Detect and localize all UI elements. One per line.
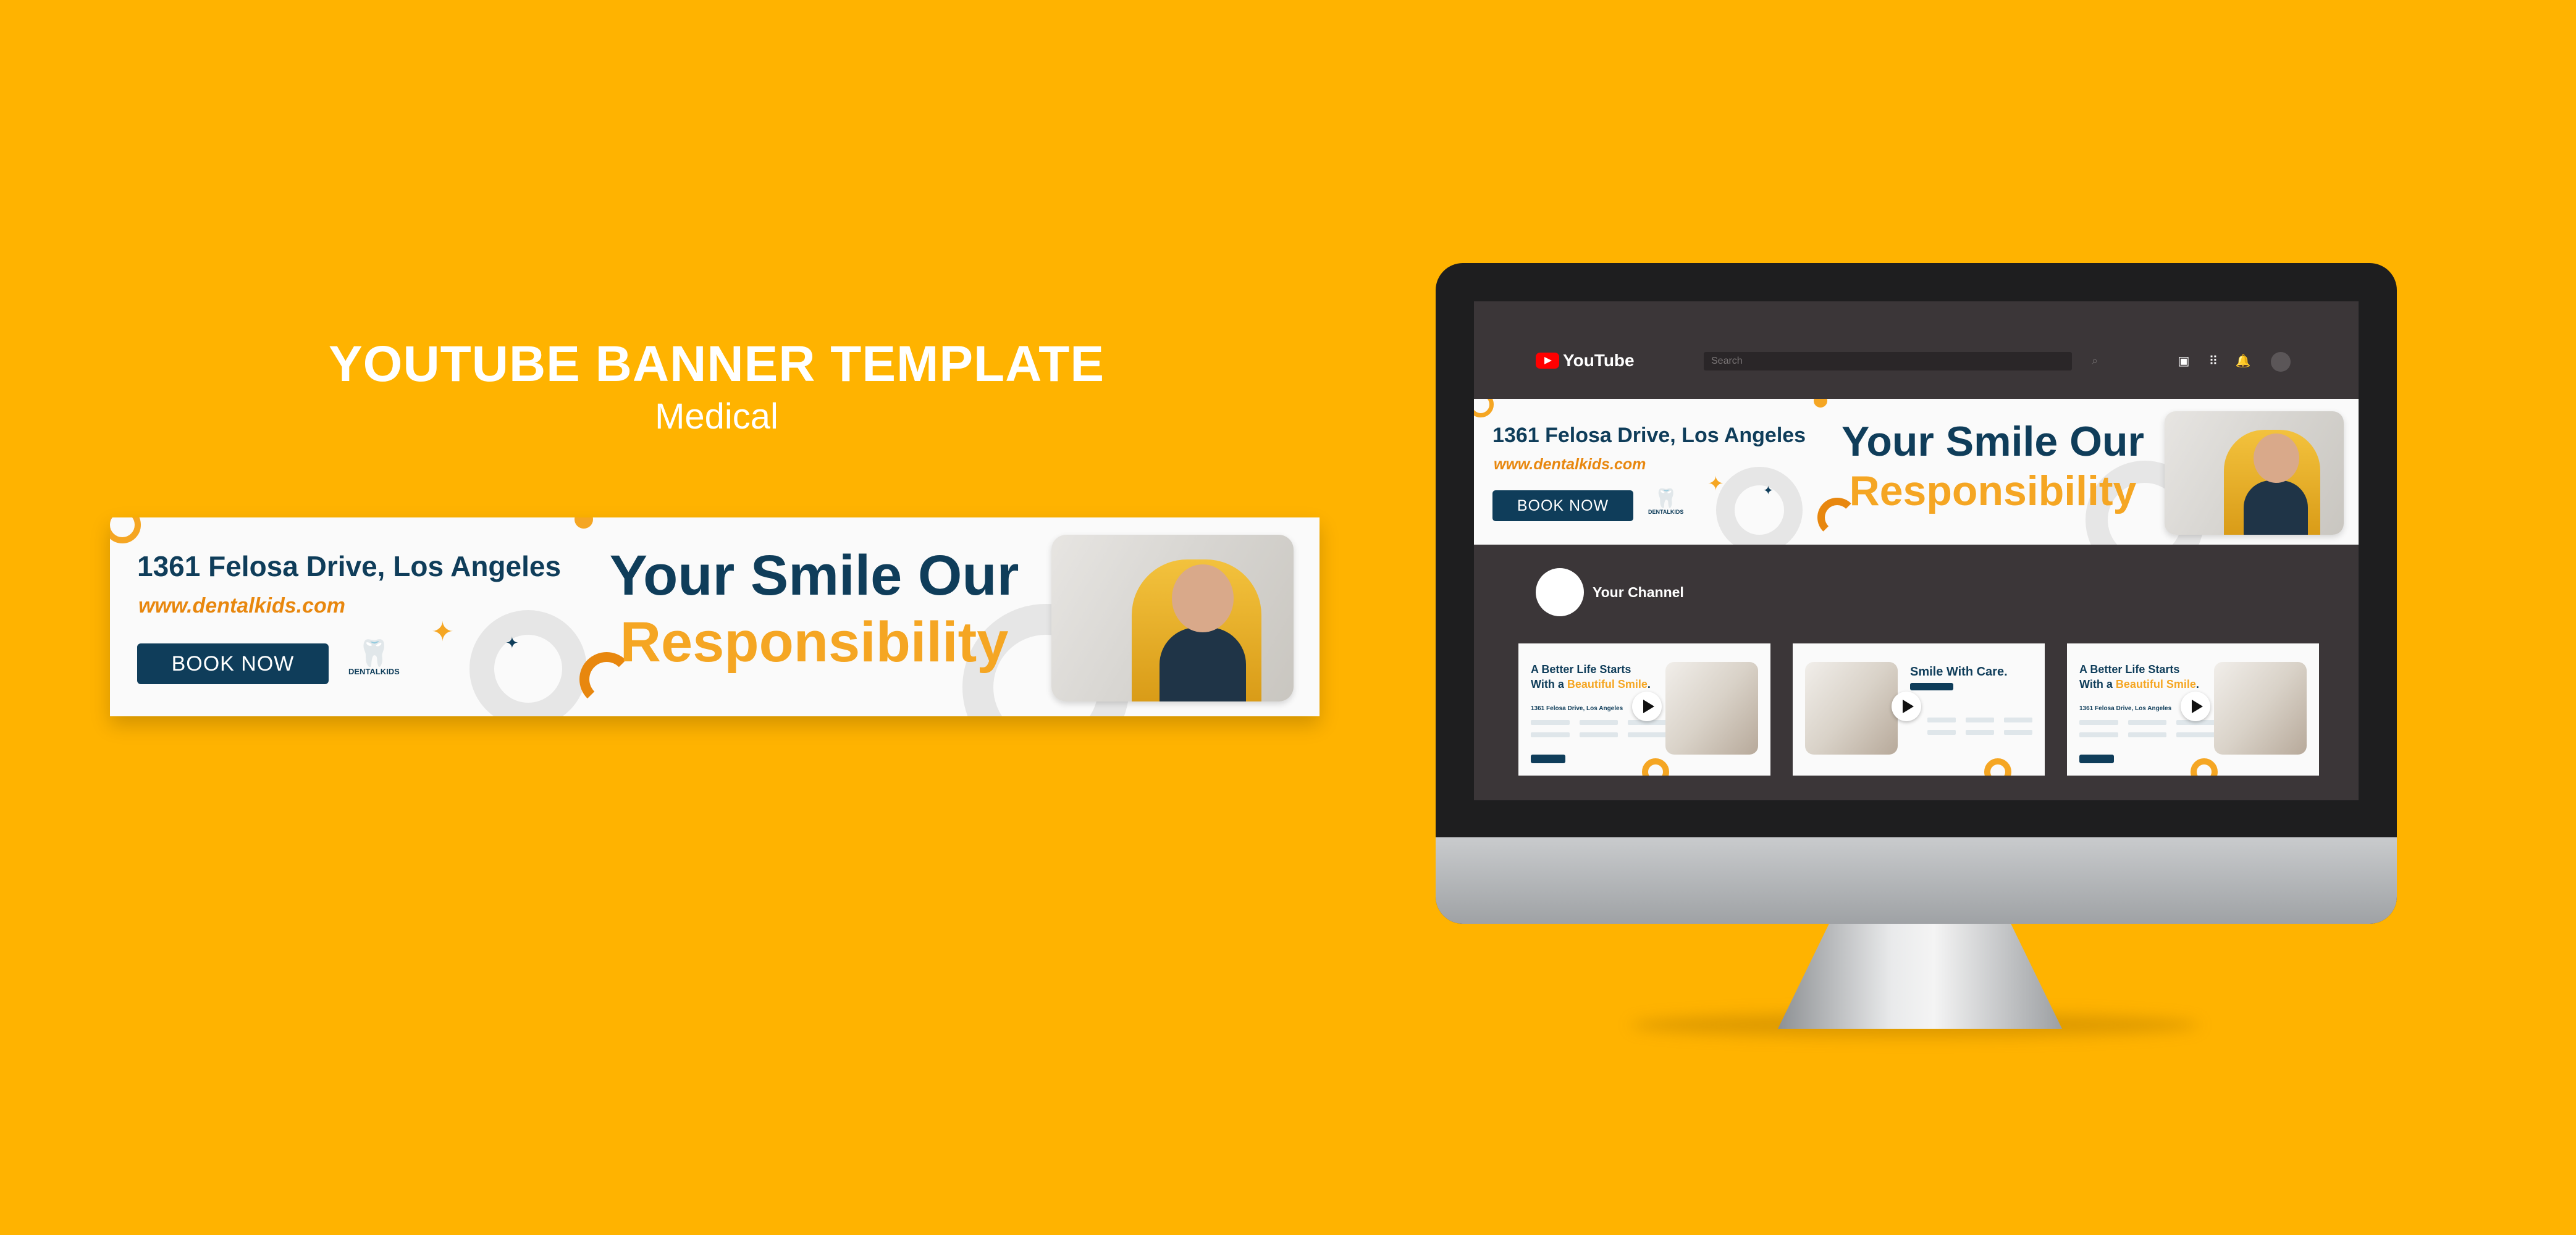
template-subtitle: Medical [655, 396, 778, 437]
child-face [1172, 564, 1234, 632]
decor-ring [2191, 758, 2218, 776]
dentalkids-logo: 🦷 DENTALKIDS [348, 638, 400, 677]
channel-name[interactable]: Your Channel [1593, 584, 1684, 601]
decor-dot [1474, 399, 1494, 417]
info-row [1927, 730, 2032, 735]
info-row [1927, 718, 2032, 722]
info-row [2079, 732, 2216, 737]
headline-primary: Your Smile Our [1842, 418, 2144, 465]
play-icon[interactable] [1892, 692, 1921, 721]
sparkle-icon: ✦ [1763, 484, 1774, 498]
tooth-icon: 🦷 [358, 638, 390, 668]
dentalkids-logo: 🦷 DENTALKIDS [1648, 488, 1684, 516]
headline-accent: Responsibility [1849, 467, 2137, 514]
sparkle-icon: ✦ [431, 617, 454, 647]
sparkle-icon: ✦ [1707, 472, 1724, 495]
search-input[interactable]: Search [1704, 352, 2072, 371]
website-link[interactable]: www.dentalkids.com [1494, 456, 1646, 474]
monitor: YouTube Search ⌕ ▣ ⠿ 🔔 ✦ ✦ 1361 Felosa D… [1436, 263, 2397, 924]
thumbnail-photo [2214, 662, 2307, 755]
decor-ring [469, 610, 587, 716]
video-thumbnail[interactable]: A Better Life Starts With a Beautiful Sm… [1518, 643, 1770, 776]
play-icon[interactable] [2181, 692, 2210, 721]
main-banner: ✦ ✦ 1361 Felosa Drive, Los Angeles www.d… [110, 517, 1320, 716]
thumbnail-address: 1361 Felosa Drive, Los Angeles [2079, 705, 2172, 712]
tooth-icon: 🦷 [1654, 488, 1678, 509]
youtube-play-icon [1536, 353, 1559, 369]
create-video-icon[interactable]: ▣ [2176, 353, 2192, 369]
thumbnail-address: 1361 Felosa Drive, Los Angeles [1531, 705, 1623, 712]
decor-dot [1814, 399, 1827, 408]
thumbnail-title: Smile With Care. [1910, 665, 2008, 679]
thumbnail-book-button [2079, 755, 2114, 763]
bell-icon[interactable]: 🔔 [2235, 353, 2251, 369]
play-icon[interactable] [1632, 692, 1662, 721]
decor-ring [1642, 758, 1669, 776]
monitor-stand [1778, 924, 2062, 1029]
decor-ring [1984, 758, 2011, 776]
monitor-chin [1436, 837, 2397, 924]
child-dental-photo [2165, 411, 2344, 535]
monitor-screen: YouTube Search ⌕ ▣ ⠿ 🔔 ✦ ✦ 1361 Felosa D… [1474, 301, 2359, 800]
youtube-logo[interactable]: YouTube [1536, 351, 1635, 371]
sparkle-icon: ✦ [505, 634, 519, 652]
channel-avatar[interactable] [1536, 568, 1584, 616]
headline-primary: Your Smile Our [609, 544, 1019, 607]
child-figure [1160, 627, 1246, 701]
template-heading: YOUTUBE BANNER TEMPLATE Medical [321, 333, 1112, 438]
thumbnail-photo [1665, 662, 1758, 755]
address-text: 1361 Felosa Drive, Los Angeles [137, 550, 562, 582]
apps-grid-icon[interactable]: ⠿ [2205, 353, 2221, 369]
book-now-button[interactable]: BOOK NOW [137, 643, 329, 684]
template-title: YOUTUBE BANNER TEMPLATE [328, 336, 1105, 392]
website-link[interactable]: www.dentalkids.com [138, 594, 345, 618]
decor-ring [1716, 467, 1803, 545]
decor-dot [575, 517, 593, 529]
video-thumbnail[interactable]: A Better Life Starts With a Beautiful Sm… [2067, 643, 2319, 776]
headline-accent: Responsibility [620, 611, 1009, 674]
channel-banner: ✦ ✦ 1361 Felosa Drive, Los Angeles www.d… [1474, 399, 2359, 545]
child-figure [2244, 480, 2308, 535]
decor-dot [110, 517, 141, 543]
video-thumbnail[interactable]: Smile With Care. [1793, 643, 2045, 776]
thumbnail-title: A Better Life Starts With a Beautiful Sm… [1531, 663, 1651, 690]
address-text: 1361 Felosa Drive, Los Angeles [1492, 424, 1806, 447]
child-dental-photo [1051, 535, 1294, 701]
child-face [2254, 433, 2299, 483]
thumbnail-title: A Better Life Starts With a Beautiful Sm… [2079, 663, 2199, 690]
book-now-button[interactable]: BOOK NOW [1492, 490, 1633, 521]
thumbnail-photo [1805, 662, 1898, 755]
search-icon[interactable]: ⌕ [2092, 354, 2098, 367]
thumbnail-badge [1910, 683, 1953, 690]
user-avatar[interactable] [2271, 352, 2291, 372]
thumbnail-book-button [1531, 755, 1565, 763]
info-row [1531, 732, 1667, 737]
